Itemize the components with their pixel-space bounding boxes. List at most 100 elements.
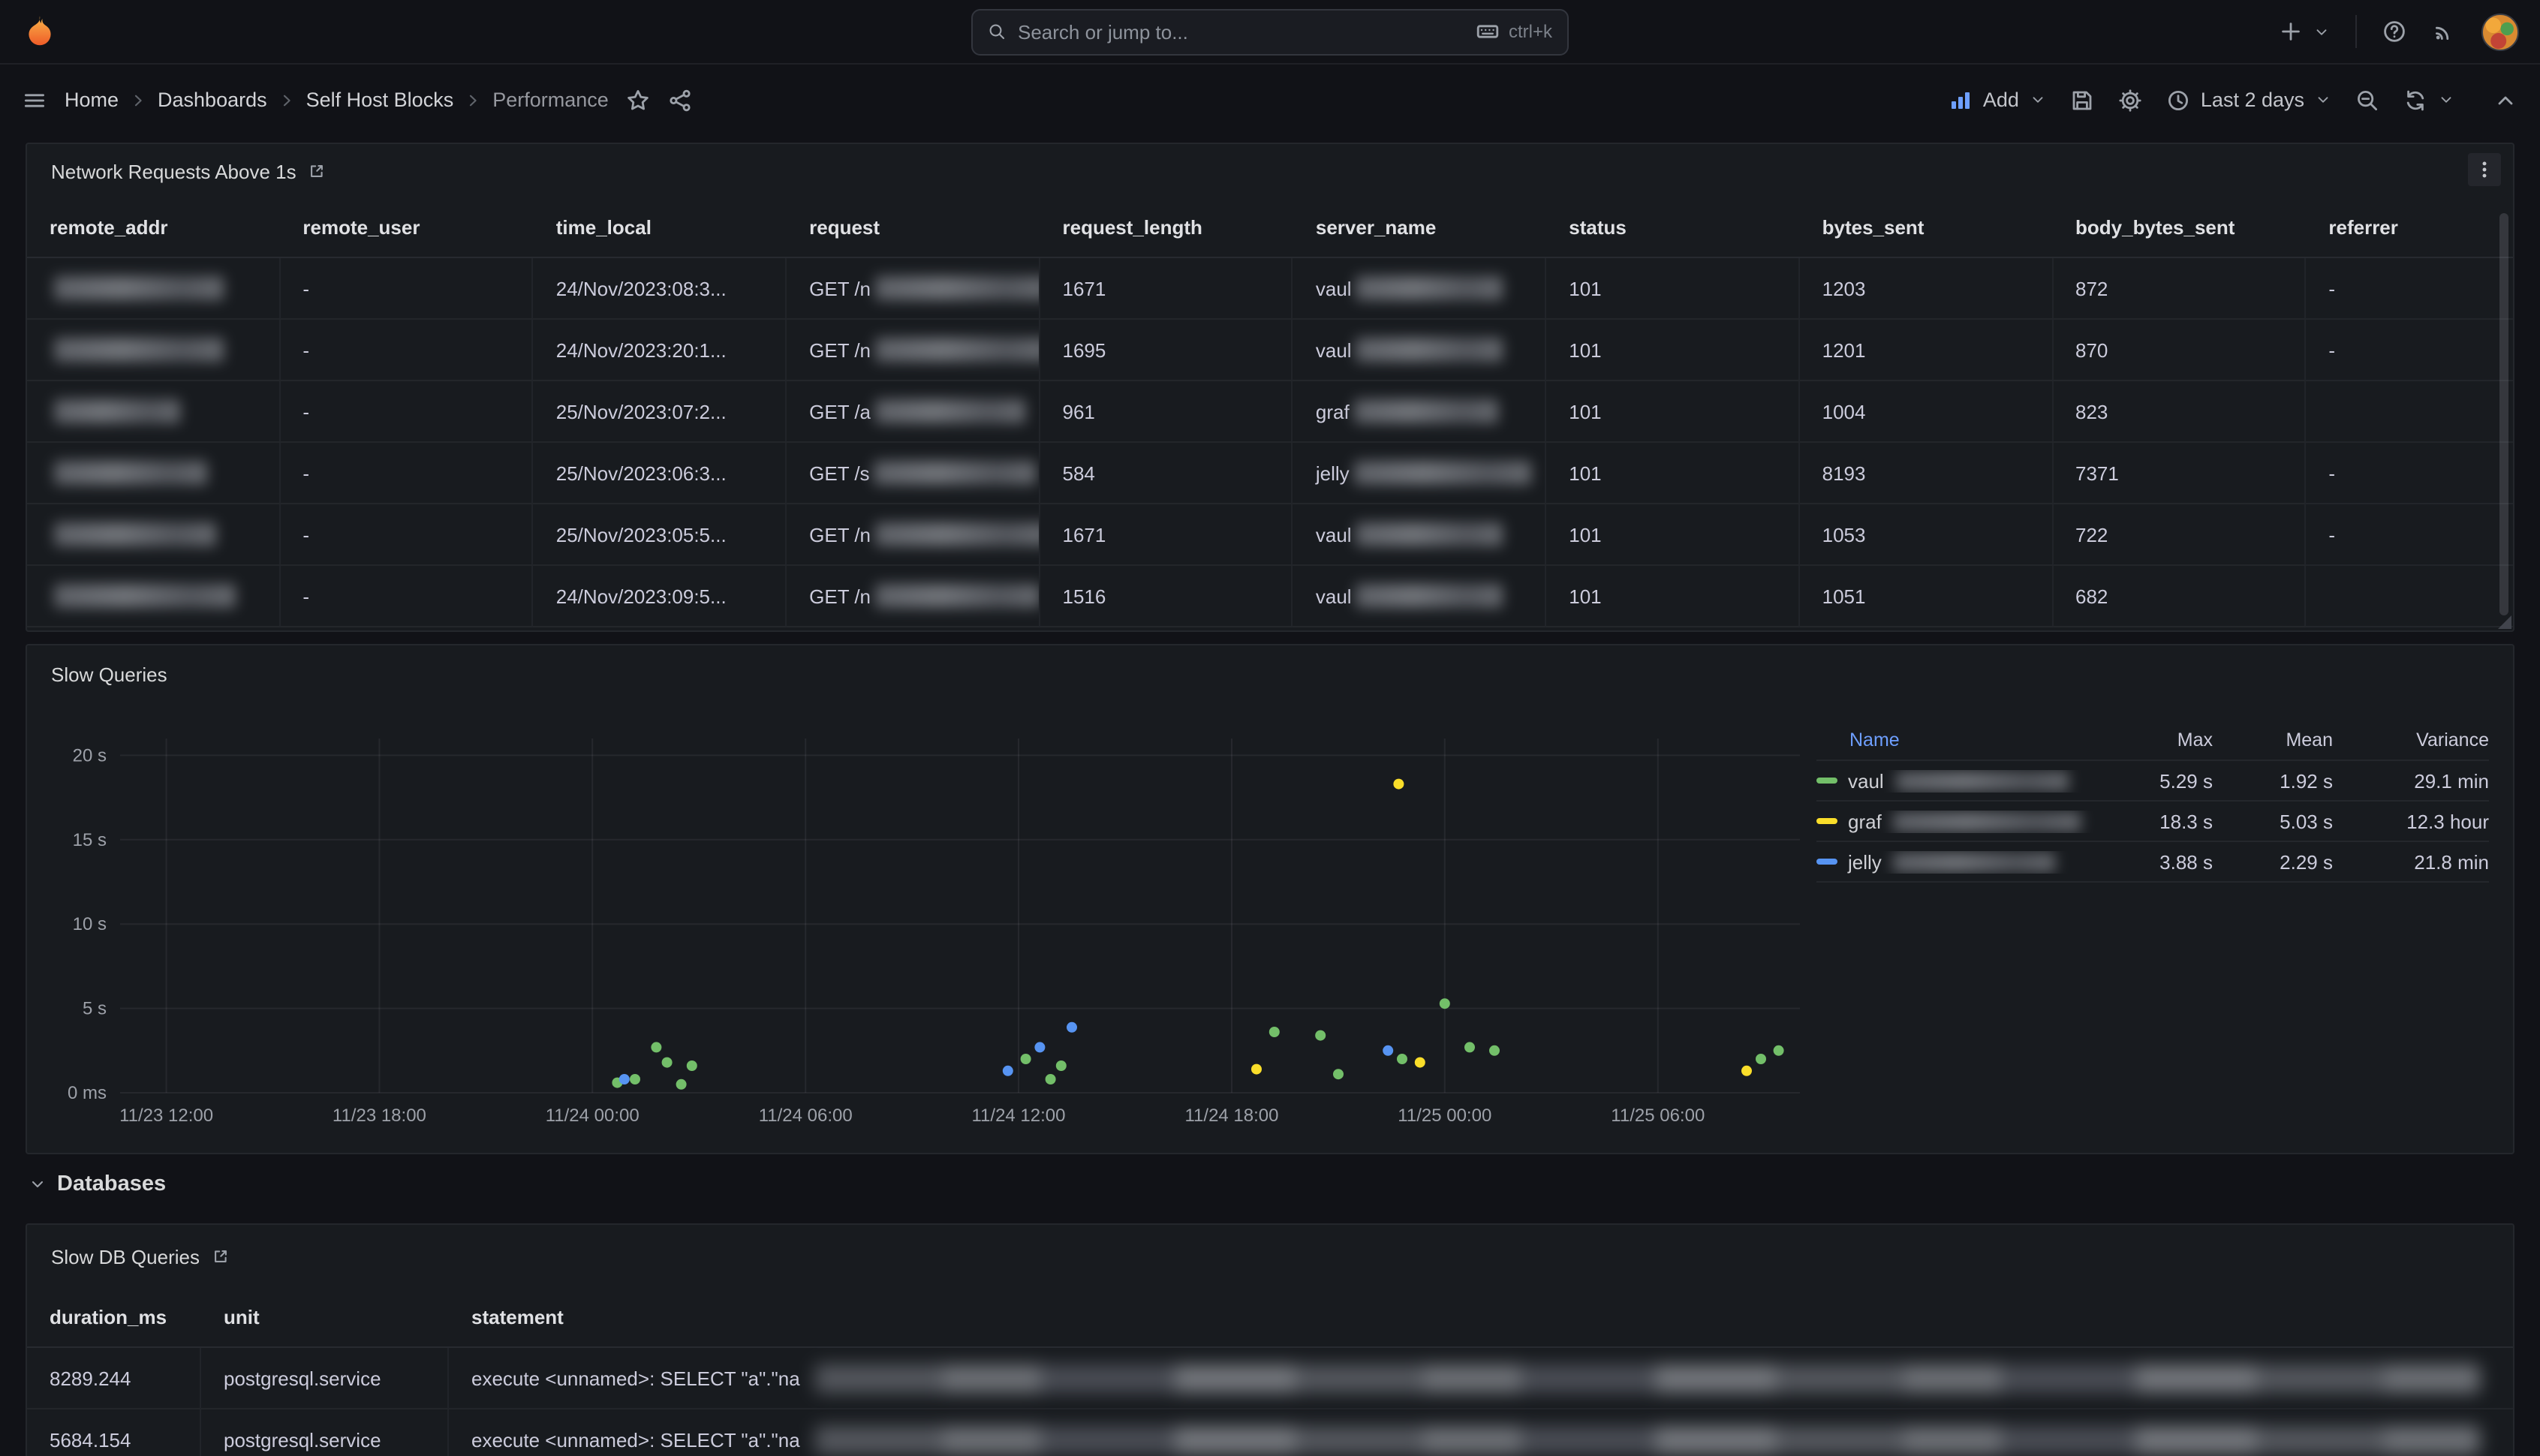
- rss-icon[interactable]: [2432, 20, 2456, 44]
- refresh-button[interactable]: [2403, 88, 2454, 112]
- panel-title[interactable]: Network Requests Above 1s: [51, 160, 296, 182]
- legend-header-variance[interactable]: Variance: [2333, 730, 2489, 751]
- column-header[interactable]: statement: [449, 1288, 2513, 1348]
- chevron-right-icon: [278, 91, 296, 109]
- panel-header: Network Requests Above 1s: [27, 144, 2513, 198]
- scrollbar[interactable]: [2499, 213, 2508, 615]
- breadcrumb-dashboards[interactable]: Dashboards: [158, 89, 267, 111]
- legend-series-name[interactable]: graf: [1816, 810, 2102, 832]
- table-cell: [2306, 381, 2513, 443]
- table-cell: -: [2306, 504, 2513, 566]
- breadcrumb-home[interactable]: Home: [65, 89, 119, 111]
- redacted-text: [1356, 522, 1503, 546]
- row-databases[interactable]: Databases: [29, 1172, 166, 1196]
- table-cell: postgresql.service: [201, 1409, 449, 1456]
- svg-text:11/25 06:00: 11/25 06:00: [1611, 1106, 1705, 1126]
- column-header[interactable]: remote_addr: [27, 198, 280, 258]
- chevron-down-icon: [2315, 92, 2331, 108]
- column-header[interactable]: unit: [201, 1288, 449, 1348]
- chevron-up-icon[interactable]: [2493, 88, 2517, 112]
- external-link-icon[interactable]: [308, 162, 327, 180]
- svg-text:11/24 18:00: 11/24 18:00: [1184, 1106, 1278, 1126]
- zoom-out-icon[interactable]: [2355, 88, 2379, 112]
- resize-handle-icon[interactable]: [2498, 615, 2511, 629]
- legend-header-name[interactable]: Name: [1816, 730, 2102, 751]
- panel-title[interactable]: Slow Queries: [51, 663, 167, 685]
- save-icon[interactable]: [2070, 88, 2094, 112]
- table-cell: 1201: [1800, 320, 2053, 381]
- new-button[interactable]: [2279, 20, 2330, 44]
- panel-slow-queries: Slow Queries 0 ms5 s10 s15 s20 s11/23 12…: [26, 644, 2514, 1154]
- column-header[interactable]: time_local: [534, 198, 787, 258]
- search-input[interactable]: Search or jump to... ctrl+k: [971, 8, 1569, 55]
- chevron-down-icon: [2030, 92, 2046, 108]
- db-table-body: 8289.244postgresql.serviceexecute <unnam…: [27, 1348, 2513, 1456]
- chart-legend: Name Max Mean Variance vaul5.29 s1.92 s2…: [1816, 720, 2489, 883]
- legend-variance-value: 29.1 min: [2333, 769, 2489, 792]
- chevron-right-icon: [129, 91, 147, 109]
- column-header[interactable]: remote_user: [280, 198, 533, 258]
- redacted-text: [875, 522, 1040, 546]
- column-header[interactable]: referrer: [2306, 198, 2513, 258]
- table-cell: 24/Nov/2023:09:5...: [534, 566, 787, 627]
- table-cell: [27, 258, 280, 320]
- share-icon[interactable]: [669, 88, 693, 112]
- time-range-picker[interactable]: Last 2 days: [2166, 88, 2331, 112]
- panel-title[interactable]: Slow DB Queries: [51, 1245, 200, 1268]
- column-header[interactable]: bytes_sent: [1800, 198, 2053, 258]
- grafana-logo-icon[interactable]: [21, 13, 59, 50]
- panel-slow-db-queries: Slow DB Queries duration_ms unit stateme…: [26, 1223, 2514, 1456]
- table-cell: 1051: [1800, 566, 2053, 627]
- external-link-icon[interactable]: [212, 1247, 230, 1265]
- svg-text:11/24 00:00: 11/24 00:00: [546, 1106, 640, 1126]
- table-cell: 101: [1546, 566, 1799, 627]
- column-header[interactable]: request: [787, 198, 1040, 258]
- menu-icon[interactable]: [23, 88, 47, 112]
- legend-header-max[interactable]: Max: [2102, 730, 2213, 751]
- table-cell: -: [2306, 443, 2513, 504]
- kebab-menu-icon[interactable]: [2468, 153, 2501, 186]
- legend-series-name[interactable]: jelly: [1816, 850, 2102, 873]
- legend-series-name[interactable]: vaul: [1816, 769, 2102, 792]
- redacted-text: [875, 338, 1040, 362]
- table-cell: 1203: [1800, 258, 2053, 320]
- slow-queries-chart[interactable]: 0 ms5 s10 s15 s20 s11/23 12:0011/23 18:0…: [42, 708, 1821, 1138]
- column-header[interactable]: status: [1546, 198, 1799, 258]
- legend-variance-value: 12.3 hour: [2333, 810, 2489, 832]
- column-header[interactable]: body_bytes_sent: [2053, 198, 2306, 258]
- star-icon[interactable]: [627, 88, 651, 112]
- table-cell: vaul: [1293, 258, 1546, 320]
- table-row: -24/Nov/2023:09:5...GET /n1516vaul101105…: [27, 566, 2513, 627]
- redacted-text: [54, 399, 180, 423]
- legend-mean-value: 5.03 s: [2213, 810, 2333, 832]
- series-color-swatch: [1816, 859, 1837, 865]
- search-shortcut: ctrl+k: [1476, 20, 1552, 44]
- chevron-down-icon: [2313, 23, 2330, 40]
- column-header[interactable]: server_name: [1293, 198, 1546, 258]
- legend-header-mean[interactable]: Mean: [2213, 730, 2333, 751]
- column-header[interactable]: duration_ms: [27, 1288, 201, 1348]
- redacted-text: [875, 584, 1040, 608]
- redacted-text: [1356, 338, 1503, 362]
- table-row: -25/Nov/2023:05:5...GET /n1671vaul101105…: [27, 504, 2513, 566]
- help-icon[interactable]: [2382, 20, 2406, 44]
- series-color-swatch: [1816, 818, 1837, 824]
- grafana-dashboard: Search or jump to... ctrl+k: [0, 0, 2540, 1456]
- table-cell: -: [280, 443, 533, 504]
- settings-icon[interactable]: [2118, 88, 2142, 112]
- redacted-text: [1354, 461, 1531, 485]
- table-cell: -: [280, 258, 533, 320]
- add-button[interactable]: Add: [1949, 88, 2046, 112]
- avatar[interactable]: [2481, 13, 2519, 50]
- table-cell: [2306, 566, 2513, 627]
- table-cell: 101: [1546, 320, 1799, 381]
- table-row: 8289.244postgresql.serviceexecute <unnam…: [27, 1348, 2513, 1409]
- chevron-down-icon: [2438, 92, 2454, 108]
- table-cell: 5684.154: [27, 1409, 201, 1456]
- column-header[interactable]: request_length: [1040, 198, 1293, 258]
- redacted-text: [815, 1425, 2480, 1454]
- svg-text:15 s: 15 s: [73, 830, 107, 850]
- redacted-text: [54, 584, 236, 608]
- breadcrumb-self-host-blocks[interactable]: Self Host Blocks: [306, 89, 454, 111]
- table-cell: vaul: [1293, 320, 1546, 381]
